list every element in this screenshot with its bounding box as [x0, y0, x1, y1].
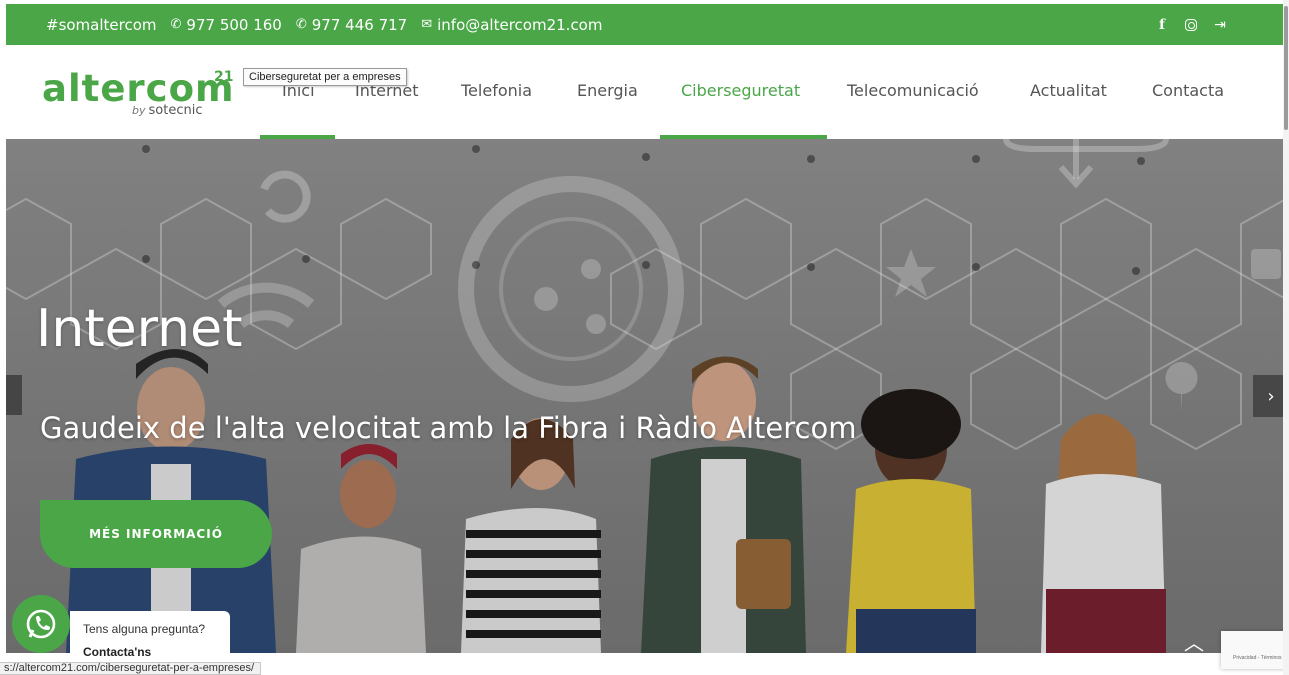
- phone-link-1[interactable]: ✆ 977 500 160: [171, 16, 282, 34]
- nav-item-ciberseguretat[interactable]: Ciberseguretat: [681, 81, 800, 100]
- whatsapp-question: Tens alguna pregunta?: [83, 622, 206, 636]
- status-url-bar: s://altercom21.com/ciberseguretat-per-a-…: [0, 662, 262, 675]
- social-links: f ⇥: [1155, 4, 1227, 45]
- instagram-icon[interactable]: [1185, 18, 1197, 31]
- page-scrollbar[interactable]: [1283, 0, 1289, 675]
- scrollbar-thumb[interactable]: [1284, 6, 1288, 130]
- hashtag-link[interactable]: #somaltercom: [46, 16, 157, 34]
- more-info-button[interactable]: MÉS INFORMACIÓ: [40, 500, 272, 568]
- facebook-icon[interactable]: f: [1155, 17, 1169, 33]
- envelope-icon: ✉: [421, 17, 433, 32]
- nav-item-actualitat[interactable]: Actualitat: [1030, 81, 1107, 100]
- nav-tooltip: Ciberseguretat per a empreses: [243, 68, 407, 86]
- hero-slider: Internet Gaudeix de l'alta velocitat amb…: [6, 139, 1289, 653]
- phone-icon: ✆: [170, 17, 182, 32]
- recaptcha-badge[interactable]: Privacidad - Términos: [1221, 631, 1289, 669]
- nav-item-telecomunicacio[interactable]: Telecomunicació: [847, 81, 979, 100]
- phone-link-2[interactable]: ✆ 977 446 717: [296, 16, 407, 34]
- main-nav: Inici Internet Telefonia Energia Ciberse…: [6, 45, 1283, 139]
- email-link[interactable]: ✉ info@altercom21.com: [421, 16, 602, 34]
- nav-item-energia[interactable]: Energia: [577, 81, 638, 100]
- top-contact-bar: #somaltercom ✆ 977 500 160 ✆ 977 446 717…: [6, 4, 1283, 45]
- chevron-right-icon: ›: [1267, 385, 1275, 407]
- hero-title: Internet: [36, 299, 243, 359]
- site-header: altercom 21 by sotecnic Inici Internet Te…: [6, 45, 1283, 139]
- nav-item-telefonia[interactable]: Telefonia: [461, 81, 532, 100]
- whatsapp-button[interactable]: [12, 595, 70, 653]
- nav-item-contacta[interactable]: Contacta: [1152, 81, 1224, 100]
- slider-prev-button[interactable]: [6, 375, 22, 415]
- whatsapp-icon: [26, 609, 56, 639]
- phone-icon: ✆: [295, 17, 307, 32]
- hero-background-image: [6, 139, 1289, 653]
- scroll-to-top-icon[interactable]: ︿: [1184, 627, 1204, 653]
- hero-subtitle: Gaudeix de l'alta velocitat amb la Fibra…: [40, 411, 857, 445]
- whatsapp-bubble[interactable]: Tens alguna pregunta? Contacta'ns: [70, 611, 230, 661]
- login-icon[interactable]: ⇥: [1213, 17, 1227, 33]
- whatsapp-contact: Contacta'ns: [83, 645, 152, 659]
